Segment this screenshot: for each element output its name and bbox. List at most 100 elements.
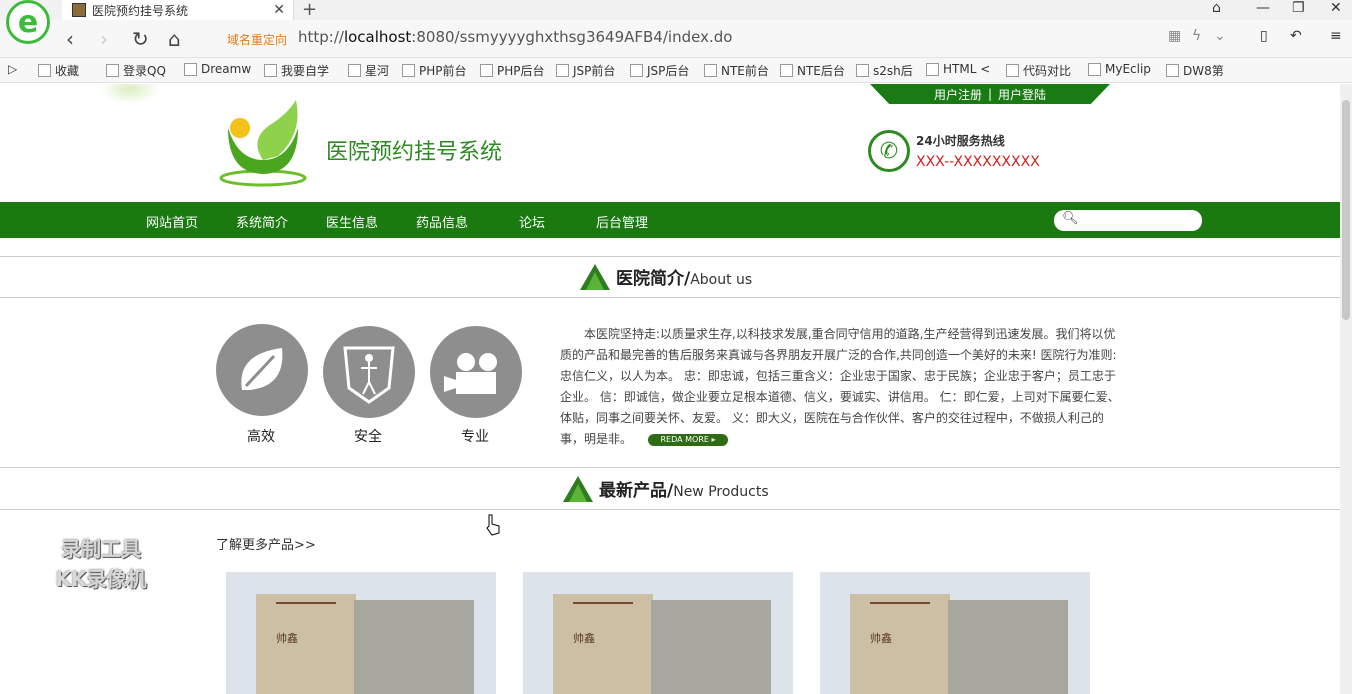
read-more-button[interactable]: REDA MORE ▸ [648,433,729,446]
bookmark-item[interactable]: PHP后台 [480,62,545,79]
url-host: localhost [343,28,412,46]
product-card[interactable]: 帅鑫 [820,572,1090,694]
bookmark-icon [856,64,869,77]
bookmark-item[interactable]: Dreamw [184,62,251,76]
reading-icon[interactable]: ▯ [1260,28,1268,44]
bookmark-item[interactable]: DW8第 [1166,62,1224,79]
bookmark-item[interactable]: 登录QQ [106,62,166,79]
qr-icon[interactable]: ▦ [1168,28,1181,44]
shirt-icon[interactable]: ⌂ [1212,0,1221,16]
bookmark-item[interactable]: 代码对比 [1006,62,1071,79]
bookmark-item[interactable]: MyEclip [1088,62,1151,76]
divider [0,467,1340,468]
minimize-icon[interactable]: — [1256,0,1270,16]
product-brand: 帅鑫 [573,632,595,645]
watermark-line2: KK录像机 [55,567,147,591]
about-paragraph: 本医院坚持走:以质量求生存,以科技求发展,重合同守信用的道路,生产经营得到迅速发… [560,327,1120,446]
bookmark-item[interactable]: HTML < [926,62,990,76]
tab-favicon-icon [72,3,86,17]
window-close-icon[interactable]: ✕ [1330,0,1342,16]
bookmark-label: 我要自学 [281,64,330,78]
nav-intro[interactable]: 系统简介 [236,212,288,231]
bookmark-label: MyEclip [1105,62,1151,76]
new-tab-icon[interactable]: + [302,0,317,20]
bookmark-label: 登录QQ [123,64,166,78]
more-products-link[interactable]: 了解更多产品>> [216,534,316,553]
bookmark-label: NTE后台 [797,64,845,78]
nav-medicine[interactable]: 药品信息 [416,212,468,231]
browser-logo-icon[interactable]: e [6,0,50,44]
bookmark-label: s2sh后 [873,64,913,78]
bag-strap [276,602,336,604]
product-box-image [354,600,474,694]
bookmark-icon [1088,62,1101,76]
lightning-icon[interactable]: ϟ [1192,28,1201,44]
nav-admin[interactable]: 后台管理 [596,212,648,231]
products-heading: 最新产品/ New Products [563,476,769,502]
feature-efficient: 高效 [247,429,275,445]
bookmark-label: 星河 [365,64,390,78]
bookmark-label: Dreamw [201,62,252,76]
bookmark-icon [704,64,717,77]
url-input[interactable]: http://localhost:8080/ssmyyyyghxthsg3649… [298,28,732,46]
tab-close-icon[interactable]: ✕ [273,2,285,18]
product-card[interactable]: 帅鑫 [523,572,793,694]
home-icon[interactable]: ⌂ [168,27,181,51]
bookmark-icon [556,64,569,77]
nav-forum[interactable]: 论坛 [519,212,545,231]
product-bag-image [256,594,356,694]
about-heading-en: About us [690,272,753,288]
hotline-label: 24小时服务热线 [916,134,1005,148]
register-link[interactable]: 用户注册 [934,86,982,103]
sidebar-toggle-icon[interactable]: ▷ [8,62,17,76]
bookmark-icon [630,64,643,77]
divider [0,297,1340,298]
search-input[interactable]: 🔍︎ [1054,210,1202,231]
bookmark-item[interactable]: JSP后台 [630,62,689,79]
bookmark-item[interactable]: 星河 [348,62,389,79]
nav-doctors[interactable]: 医生信息 [326,212,378,231]
undo-icon[interactable]: ↶ [1290,28,1302,44]
leaf-decoration [100,84,160,104]
bookmark-icon [38,64,51,77]
about-heading-cn: 医院简介/ [616,269,691,289]
watermark-line1: 录制工具 [61,537,141,561]
product-brand: 帅鑫 [276,632,298,645]
scrollbar-thumb[interactable] [1342,100,1350,320]
bookmark-label: DW8第 [1183,64,1224,78]
bookmark-item[interactable]: JSP前台 [556,62,615,79]
about-heading: 医院简介/ About us [580,264,752,290]
bookmark-item[interactable]: 我要自学 [264,62,329,79]
bookmark-icon [926,62,939,76]
bookmark-icon [348,64,361,77]
bookmark-label: JSP后台 [647,64,690,78]
web-page: 用户注册 | 用户登陆 医院预约挂号系统 ✆ 24小时服务热线 XXX--XXX… [0,84,1340,694]
bookmark-item[interactable]: NTE后台 [780,62,845,79]
login-link[interactable]: 用户登陆 [998,86,1046,103]
bookmark-item[interactable]: PHP前台 [402,62,467,79]
chevron-down-icon[interactable]: ⌄ [1214,28,1226,44]
divider [0,509,1340,510]
reload-icon[interactable]: ↻ [132,27,149,51]
bag-strap [870,602,930,604]
divider [0,256,1340,257]
product-box-image [948,600,1068,694]
bookmark-item[interactable]: s2sh后 [856,62,913,79]
menu-icon[interactable]: ≡ [1330,28,1342,44]
restore-icon[interactable]: ❐ [1292,0,1305,16]
bookmark-label: HTML < [943,62,991,76]
hospital-logo-icon [219,100,307,187]
product-card[interactable]: 帅鑫 [226,572,496,694]
site-title: 医院预约挂号系统 [326,140,503,165]
tree-icon [580,264,610,290]
bookmark-label: PHP前台 [419,64,467,78]
product-box-image [651,600,771,694]
bookmark-label: 代码对比 [1023,64,1072,78]
bookmark-item[interactable]: 收藏 [38,62,79,79]
back-icon[interactable]: ‹ [66,27,74,51]
about-text: 本医院坚持走:以质量求生存,以科技求发展,重合同守信用的道路,生产经营得到迅速发… [560,324,1120,450]
forward-icon[interactable]: › [100,27,108,51]
bookmark-item[interactable]: NTE前台 [704,62,769,79]
nav-home[interactable]: 网站首页 [146,212,198,231]
browser-tab[interactable]: 医院预约挂号系统 ✕ [62,0,294,20]
